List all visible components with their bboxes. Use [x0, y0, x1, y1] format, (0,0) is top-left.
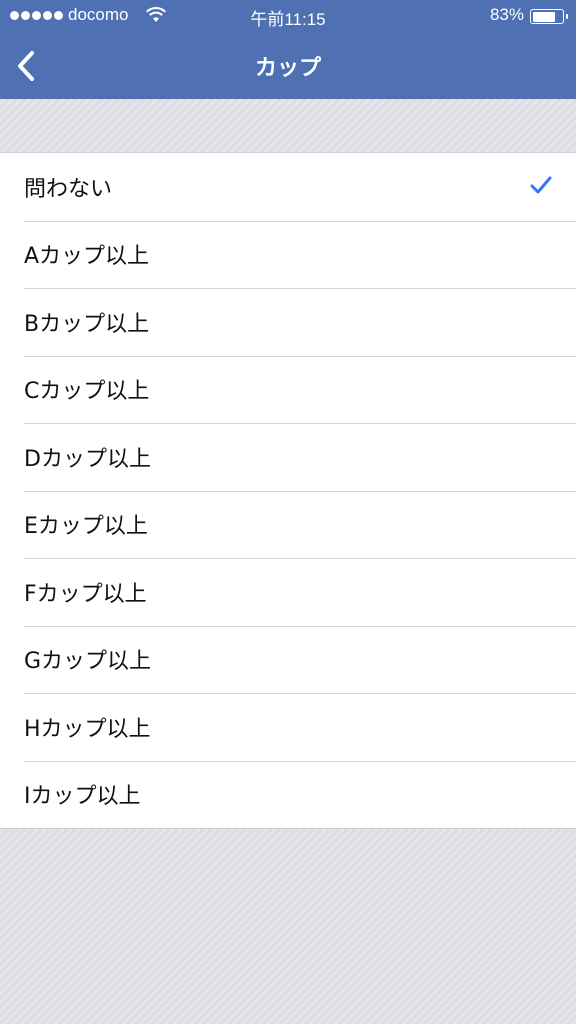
- list-item[interactable]: Hカップ以上: [0, 693, 576, 761]
- list-item[interactable]: Eカップ以上: [0, 490, 576, 559]
- list-item[interactable]: Aカップ以上: [0, 220, 576, 289]
- option-label: Aカップ以上: [24, 244, 150, 270]
- navigation-bar: カップ: [0, 32, 576, 99]
- list-item[interactable]: Fカップ以上: [0, 558, 576, 626]
- battery-icon: [530, 9, 568, 24]
- list-item[interactable]: Gカップ以上: [0, 625, 576, 694]
- checkmark-icon: [530, 176, 552, 194]
- option-label: Cカップ以上: [24, 379, 150, 405]
- option-label: Bカップ以上: [24, 311, 150, 337]
- list-item[interactable]: Bカップ以上: [0, 288, 576, 356]
- status-bar: docomo 午前11:15 83%: [0, 0, 576, 32]
- battery-percentage: 83%: [489, 5, 524, 24]
- list-item[interactable]: Dカップ以上: [0, 423, 576, 491]
- battery-fill: [532, 11, 556, 22]
- page-title: カップ: [254, 56, 321, 81]
- option-label: Hカップ以上: [24, 716, 151, 742]
- list-item[interactable]: Cカップ以上: [0, 355, 576, 424]
- option-label: 問わない: [24, 176, 113, 202]
- list-item[interactable]: 問わない: [0, 153, 576, 221]
- list-item[interactable]: Iカップ以上: [0, 760, 576, 829]
- option-label: Dカップ以上: [24, 446, 151, 472]
- cup-option-list: 問わない Aカップ以上 Bカップ以上 Cカップ以上 Dカップ以上 Eカップ以上 Fカップ以上…: [0, 152, 576, 829]
- option-label: Eカップ以上: [24, 514, 148, 540]
- option-label: Gカップ以上: [24, 649, 152, 675]
- option-label: Fカップ以上: [24, 581, 147, 607]
- option-label: Iカップ以上: [24, 784, 141, 810]
- top-bar: docomo 午前11:15 83% カップ: [0, 0, 576, 99]
